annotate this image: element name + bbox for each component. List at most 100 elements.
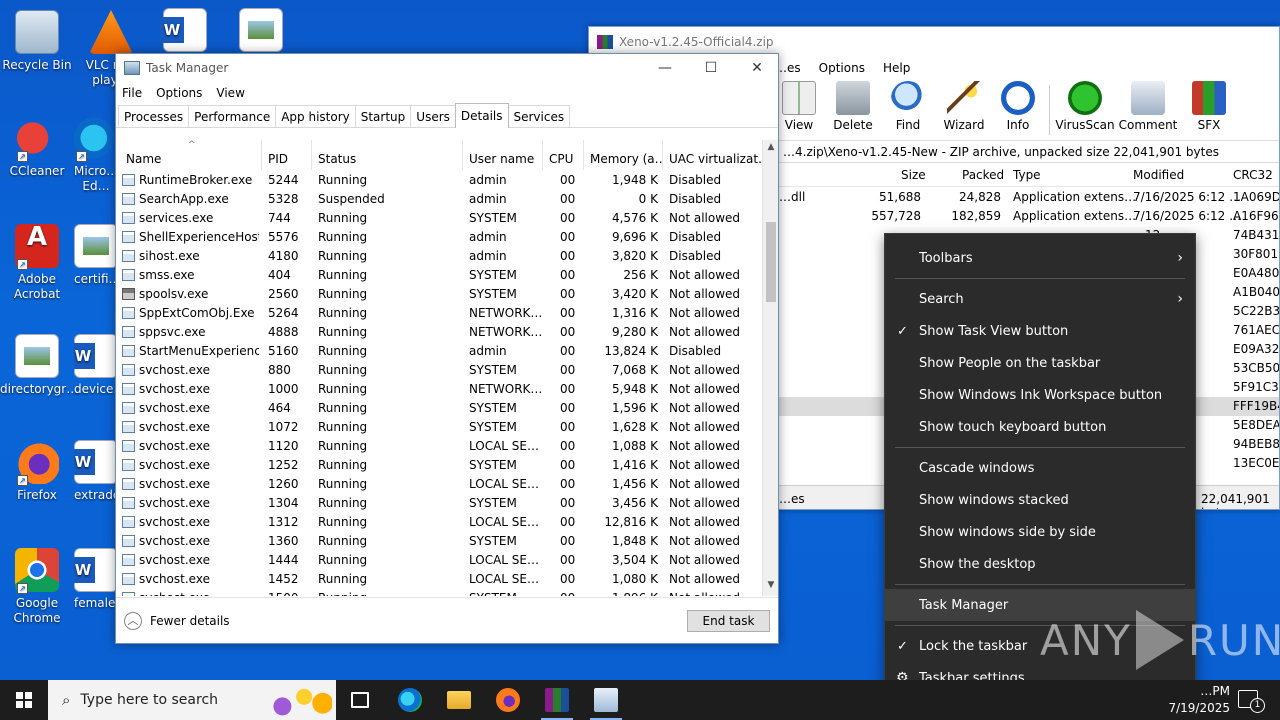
table-row[interactable]: SearchApp.exe 5328 Suspended admin 00 0 K Disa… [116,190,764,209]
menu-item-show-the-desktop[interactable]: Show the desktop [885,548,1195,580]
toolbar-find-button[interactable]: Find [878,81,938,132]
table-row[interactable]: smss.exe 404 Running SYSTEM 00 256 K Not allow… [116,266,764,285]
table-row[interactable]: RuntimeBroker.exe 5244 Running admin 00 1,948… [116,171,764,190]
taskbar-task-view[interactable] [336,680,384,720]
column-user-name[interactable]: User name [463,140,543,170]
table-row[interactable]: svchost.exe 1260 Running LOCAL SE… 00 1,456 K… [116,475,764,494]
table-row[interactable]: sihost.exe 4180 Running admin 00 3,820 K Disab… [116,247,764,266]
menu-item-show-windows-side-by-side[interactable]: Show windows side by side [885,516,1195,548]
table-row[interactable]: services.exe 744 Running SYSTEM 00 4,576 K Not… [116,209,764,228]
taskbar[interactable]: ⌕ Type here to search …PM 7/19/2025 [0,680,1280,720]
taskbar-edge[interactable] [386,680,434,720]
desktop-icon-adobe-acrobat[interactable]: ↗ Adobe Acrobat [0,224,74,302]
vertical-scrollbar[interactable]: ▲ ▼ [762,140,778,596]
taskbar-firefox[interactable] [484,680,532,720]
table-row[interactable]: svchost.exe 1360 Running SYSTEM 00 1,848 K Not… [116,532,764,551]
menu-item-cascade-windows[interactable]: Cascade windows [885,452,1195,484]
table-row[interactable]: svchost.exe 1252 Running SYSTEM 00 1,416 K Not… [116,456,764,475]
desktop-icon-image[interactable] [224,8,298,56]
table-row[interactable]: SppExtComObj.Exe 5264 Running NETWORK… 00 1,3… [116,304,764,323]
notification-center-icon[interactable] [1238,690,1265,713]
menu-view[interactable]: View [216,86,244,100]
toolbar-sfx-button[interactable]: SFX [1179,81,1239,132]
taskbar-search-box[interactable]: ⌕ Type here to search [48,680,336,720]
tab-details[interactable]: Details [454,103,509,128]
desktop-icon-firefox[interactable]: ↗ Firefox [0,440,74,503]
desktop-icon-directorygr[interactable]: directorygr… [0,334,78,397]
desktop-icon-google-chrome[interactable]: ↗ Google Chrome [0,548,74,626]
menu-item-toolbars[interactable]: Toolbars › [885,242,1195,274]
tab-startup[interactable]: Startup [354,105,412,127]
tab-services[interactable]: Services [507,105,571,127]
column-uac-virtualization[interactable]: UAC virtualizat… [663,140,764,170]
menu-item-show-task-view-button[interactable]: ✓ Show Task View button [885,315,1195,347]
menu-item-show-people[interactable]: Show People on the taskbar [885,347,1195,379]
column-cpu[interactable]: CPU [543,140,584,170]
tab-processes[interactable]: Processes [118,105,190,127]
table-row[interactable]: spoolsv.exe 2560 Running SYSTEM 00 3,420 K Not… [116,285,764,304]
desktop-icon-ccleaner[interactable]: ↗ CCleaner [0,116,74,179]
toolbar-virusscan-button[interactable]: VirusScan [1055,81,1115,132]
menu-help[interactable]: Help [883,61,910,75]
table-row[interactable]: svchost.exe 464 Running SYSTEM 00 1,596 K Not … [116,399,764,418]
desktop-icon-recycle-bin[interactable]: Recycle Bin [0,10,74,73]
close-button[interactable]: ✕ [734,54,780,82]
table-row[interactable]: svchost.exe 1304 Running SYSTEM 00 3,456 K Not… [116,494,764,513]
comment-icon [1131,81,1165,115]
task-manager-window[interactable]: Task Manager — ☐ ✕ File Options View Pro… [115,53,779,644]
table-row[interactable]: svchost.exe 1120 Running LOCAL SE… 00 1,088 K… [116,437,764,456]
column-type[interactable]: Type [1013,168,1041,182]
table-row[interactable]: svchost.exe 1452 Running LOCAL SE… 00 1,080 K… [116,570,764,589]
table-row[interactable]: svchost.exe 1000 Running NETWORK… 00 5,948 K N… [116,380,764,399]
desktop-icon-word-doc[interactable] [148,8,222,56]
desktop-icon-female[interactable]: female… [74,548,118,611]
menu-item-show-touch-keyboard[interactable]: Show touch keyboard button [885,411,1195,443]
table-row[interactable]: StartMenuExperienc… 5160 Running admin 00 13,… [116,342,764,361]
desktop-icon-edge[interactable]: ↗ Micro… Ed… [74,116,118,194]
table-row[interactable]: svchost.exe 1444 Running LOCAL SE… 00 3,504 K… [116,551,764,570]
menu-item-show-windows-stacked[interactable]: Show windows stacked [885,484,1195,516]
tab-performance[interactable]: Performance [188,105,277,127]
column-size[interactable]: Size [901,168,926,182]
task-manager-title-bar[interactable]: Task Manager — ☐ ✕ [116,54,778,82]
end-task-button[interactable]: End task [687,610,770,632]
scrollbar-thumb[interactable] [766,222,776,302]
fewer-details-button[interactable]: ︿ Fewer details [124,612,230,630]
toolbar-delete-button[interactable]: Delete [823,81,883,132]
desktop-icon-certificate[interactable]: certifi… [74,224,118,287]
tab-app-history[interactable]: App history [275,105,356,127]
desktop-icon-extrade[interactable]: extrade… [74,440,118,503]
table-row[interactable]: svchost.exe 1072 Running SYSTEM 00 1,628 K Not… [116,418,764,437]
toolbar-wizard-button[interactable]: Wizard [934,81,994,132]
column-packed[interactable]: Packed [962,168,1004,182]
taskbar-task-manager[interactable] [582,680,630,720]
table-row[interactable]: svchost.exe 1500 Running SYSTEM 00 1,896 K Not… [116,589,764,596]
start-button[interactable] [0,680,48,720]
taskbar-file-explorer[interactable] [435,680,483,720]
scroll-up-icon[interactable]: ▲ [763,142,779,156]
table-row[interactable]: ShellExperienceHost… 5576 Running admin 00 9,… [116,228,764,247]
toolbar-comment-button[interactable]: Comment [1118,81,1178,132]
taskbar-clock[interactable]: …PM 7/19/2025 [1160,683,1230,717]
maximize-button[interactable]: ☐ [688,54,734,82]
minimize-button[interactable]: — [642,54,688,82]
menu-options[interactable]: Options [819,61,865,75]
column-pid[interactable]: PID [262,140,312,170]
column-crc32[interactable]: CRC32 [1233,168,1273,182]
table-row[interactable]: sppsvc.exe 4888 Running NETWORK… 00 9,280 K No… [116,323,764,342]
scroll-down-icon[interactable]: ▼ [763,580,779,594]
taskbar-winrar[interactable] [533,680,581,720]
table-row[interactable]: svchost.exe 1312 Running LOCAL SE… 00 12,816 … [116,513,764,532]
tab-users[interactable]: Users [410,105,456,127]
menu-options[interactable]: Options [156,86,202,100]
toolbar-info-button[interactable]: Info [988,81,1048,132]
table-row[interactable]: svchost.exe 880 Running SYSTEM 00 7,068 K Not … [116,361,764,380]
menu-file[interactable]: File [122,86,142,100]
column-status[interactable]: Status [312,140,463,170]
desktop-icon-device[interactable]: device… [74,334,118,397]
menu-item-show-ink-workspace[interactable]: Show Windows Ink Workspace button [885,379,1195,411]
menu-item-search[interactable]: Search › [885,283,1195,315]
column-name[interactable]: ^ Name [120,140,262,170]
column-memory[interactable]: Memory (a… [584,140,663,170]
column-modified[interactable]: Modified [1133,168,1184,182]
